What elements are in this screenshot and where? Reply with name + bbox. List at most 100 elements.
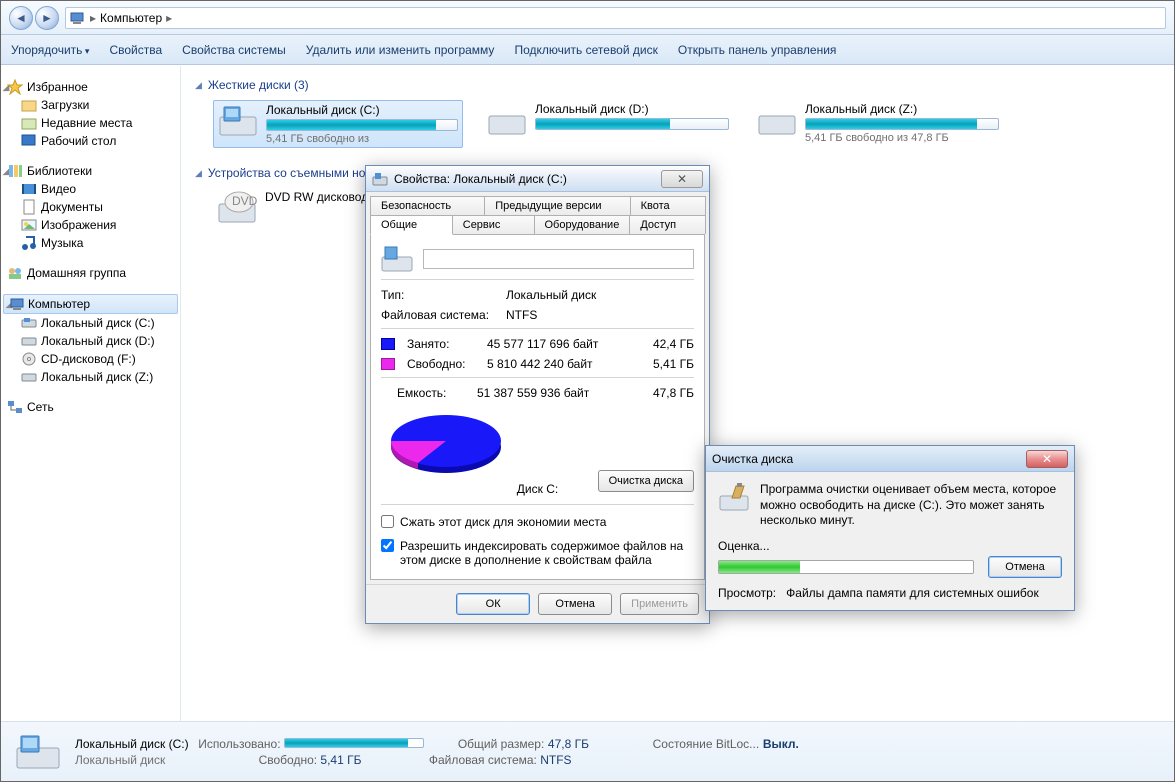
drive-icon <box>21 369 37 385</box>
details-title: Локальный диск (C:) Использовано: Общий … <box>75 736 799 751</box>
drive-z[interactable]: Локальный диск (Z:) 5,41 ГБ свободно из … <box>753 100 1003 148</box>
video-icon <box>21 181 37 197</box>
usage-bar <box>805 118 999 130</box>
organize-menu[interactable]: Упорядочить <box>11 43 89 57</box>
drive-icon <box>757 102 797 138</box>
close-button[interactable]: ✕ <box>661 170 703 188</box>
libraries-icon <box>7 163 23 179</box>
drive-icon <box>487 102 527 138</box>
sidebar-video[interactable]: Видео <box>1 180 180 198</box>
collapse-icon: ◢ <box>195 168 202 179</box>
details-pane: Локальный диск (C:) Использовано: Общий … <box>1 721 1174 781</box>
breadcrumb-item[interactable]: Компьютер <box>100 11 162 25</box>
close-button[interactable]: ✕ <box>1026 450 1068 468</box>
dialog-title: Очистка диска <box>712 452 793 466</box>
tab-hardware[interactable]: Оборудование <box>534 215 631 234</box>
progress-bar <box>718 560 974 574</box>
drive-d[interactable]: Локальный диск (D:) <box>483 100 733 148</box>
map-network-drive-button[interactable]: Подключить сетевой диск <box>514 43 657 57</box>
usage-bar <box>535 118 729 130</box>
sidebar-documents[interactable]: Документы <box>1 198 180 216</box>
toolbar: Упорядочить Свойства Свойства системы Уд… <box>1 35 1174 65</box>
section-hard-drives[interactable]: ◢Жесткие диски (3) <box>195 74 1160 96</box>
tab-strip: Безопасность Предыдущие версии Квота Общ… <box>366 192 709 234</box>
folder-icon <box>21 97 37 113</box>
drive-icon <box>218 103 258 139</box>
network-icon <box>7 399 23 415</box>
scan-label: Просмотр: <box>718 586 776 600</box>
sidebar-network[interactable]: Сеть <box>1 398 180 416</box>
tab-sharing[interactable]: Доступ <box>629 215 706 234</box>
disk-cleanup-button[interactable]: Очистка диска <box>598 470 694 492</box>
cleanup-icon <box>718 482 750 514</box>
usage-bar <box>266 119 458 131</box>
apply-button[interactable]: Применить <box>620 593 699 615</box>
ok-button[interactable]: ОК <box>456 593 530 615</box>
tab-quota[interactable]: Квота <box>630 196 706 215</box>
sidebar-pictures[interactable]: Изображения <box>1 216 180 234</box>
breadcrumb[interactable]: ▸ Компьютер ▸ <box>65 7 1166 29</box>
computer-icon <box>10 296 26 312</box>
navigation-pane: ◢ Избранное Загрузки Недавние места Рабо… <box>1 66 181 721</box>
dialog-titlebar[interactable]: Очистка диска ✕ <box>706 446 1074 472</box>
homegroup-icon <box>7 265 23 281</box>
dialog-title: Свойства: Локальный диск (C:) <box>394 172 567 186</box>
sidebar-homegroup[interactable]: Домашняя группа <box>1 264 180 282</box>
sidebar-favorites[interactable]: ◢ Избранное <box>1 78 180 96</box>
uninstall-program-button[interactable]: Удалить или изменить программу <box>306 43 495 57</box>
drive-icon <box>15 732 61 772</box>
nav-back-button[interactable]: ◄ <box>9 6 33 30</box>
sidebar-drive-z[interactable]: Локальный диск (Z:) <box>1 368 180 386</box>
compress-checkbox[interactable] <box>381 515 394 528</box>
tab-security[interactable]: Безопасность <box>370 196 485 215</box>
properties-dialog: Свойства: Локальный диск (C:) ✕ Безопасн… <box>365 165 710 624</box>
free-swatch <box>381 358 395 370</box>
cancel-button[interactable]: Отмена <box>988 556 1062 578</box>
svg-text:DVD: DVD <box>232 194 257 208</box>
sidebar-drive-c[interactable]: Локальный диск (C:) <box>1 314 180 332</box>
collapse-icon: ◢ <box>195 80 202 91</box>
documents-icon <box>21 199 37 215</box>
cancel-button[interactable]: Отмена <box>538 593 612 615</box>
usage-bar <box>284 738 424 748</box>
sidebar-drive-d[interactable]: Локальный диск (D:) <box>1 332 180 350</box>
scan-item: Файлы дампа памяти для системных ошибок <box>786 586 1039 600</box>
sidebar-downloads[interactable]: Загрузки <box>1 96 180 114</box>
sidebar-recent[interactable]: Недавние места <box>1 114 180 132</box>
estimating-label: Оценка... <box>718 539 1062 553</box>
desktop-icon <box>21 133 37 149</box>
tab-tools[interactable]: Сервис <box>452 215 535 234</box>
pictures-icon <box>21 217 37 233</box>
recent-icon <box>21 115 37 131</box>
drive-icon <box>372 171 388 187</box>
sidebar-desktop[interactable]: Рабочий стол <box>1 132 180 150</box>
nav-forward-button[interactable]: ► <box>35 6 59 30</box>
sidebar-libraries[interactable]: ◢ Библиотеки <box>1 162 180 180</box>
sidebar-music[interactable]: Музыка <box>1 234 180 252</box>
computer-icon <box>70 10 86 26</box>
sidebar-cd-drive[interactable]: CD-дисковод (F:) <box>1 350 180 368</box>
drive-icon <box>381 245 413 273</box>
control-panel-button[interactable]: Открыть панель управления <box>678 43 837 57</box>
details-subtitle: Локальный диск Свободно: 5,41 ГБ Файлова… <box>75 753 799 767</box>
dialog-titlebar[interactable]: Свойства: Локальный диск (C:) ✕ <box>366 166 709 192</box>
properties-button[interactable]: Свойства <box>109 43 162 57</box>
chevron-right-icon: ▸ <box>166 11 172 25</box>
chevron-right-icon: ▸ <box>90 11 96 25</box>
used-swatch <box>381 338 395 350</box>
cleanup-message: Программа очистки оценивает объем места,… <box>760 482 1062 529</box>
drive-icon <box>21 315 37 331</box>
cd-icon <box>21 351 37 367</box>
music-icon <box>21 235 37 251</box>
system-properties-button[interactable]: Свойства системы <box>182 43 286 57</box>
sidebar-computer[interactable]: ◢ Компьютер <box>3 294 178 314</box>
drive-label-input[interactable] <box>423 249 694 269</box>
drive-c[interactable]: Локальный диск (C:) 5,41 ГБ свободно из <box>213 100 463 148</box>
tab-previous-versions[interactable]: Предыдущие версии <box>484 196 630 215</box>
star-icon <box>7 79 23 95</box>
tab-general[interactable]: Общие <box>370 215 453 235</box>
disk-cleanup-dialog: Очистка диска ✕ Программа очистки оценив… <box>705 445 1075 611</box>
index-checkbox[interactable] <box>381 539 394 552</box>
drive-icon <box>21 333 37 349</box>
dvd-icon: DVD <box>217 190 257 226</box>
